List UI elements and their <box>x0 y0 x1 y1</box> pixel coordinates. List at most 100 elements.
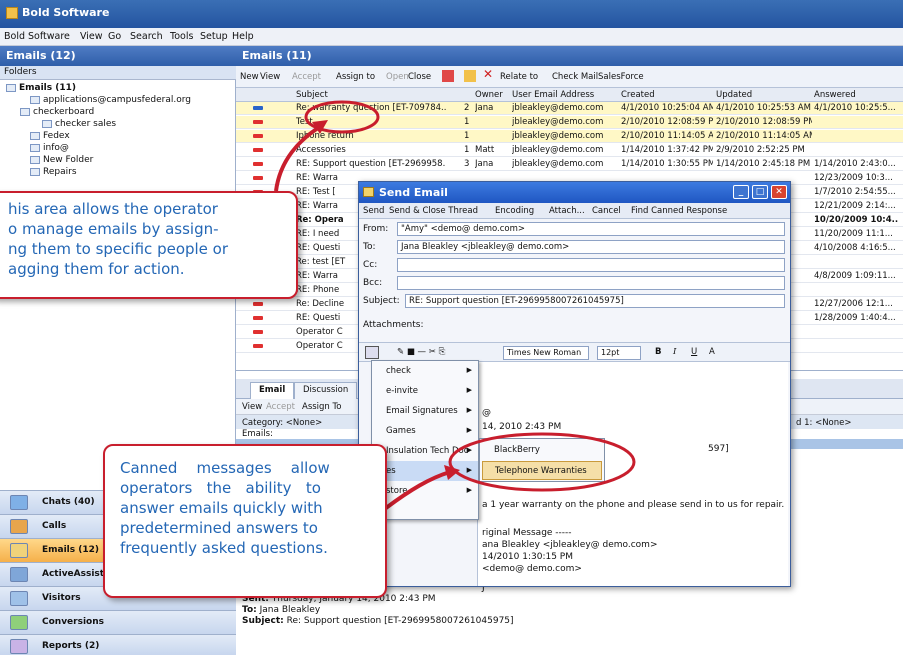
from-field[interactable]: "Amy" <demo@ demo.com> <box>397 222 785 236</box>
table-row[interactable]: Accessories 1 Matt jbleakley@demo.com 1/14/2… <box>236 144 903 157</box>
cell-n: 1 <box>464 145 470 155</box>
priority-arrow-icon <box>253 316 263 320</box>
menu-item-insulation[interactable]: Insulation Tech Doc ▶ <box>372 441 478 461</box>
preview-assign-button[interactable]: Assign To <box>302 402 341 412</box>
close-button[interactable]: Close <box>408 72 431 82</box>
close-icon[interactable]: ✕ <box>771 185 787 199</box>
submenu-telephone-warranties[interactable]: Telephone Warranties <box>482 461 602 480</box>
cc-label: Cc: <box>363 260 378 270</box>
tree-item[interactable]: Repairs <box>30 167 77 177</box>
tree-item[interactable]: checker sales <box>42 119 116 129</box>
cell-created: 1/14/2010 1:30:55 PM <box>621 159 713 169</box>
canned-submenu: BlackBerry Telephone Warranties <box>479 438 605 482</box>
cell-updated: 2/10/2010 12:08:59 PM <box>716 117 812 127</box>
field-1[interactable]: d 1: <None> <box>796 418 852 428</box>
menu-setup[interactable]: Setup <box>200 31 228 42</box>
delete-icon[interactable]: ✕ <box>483 67 493 81</box>
menu-item-email-signatures[interactable]: Email Signatures ▶ <box>372 401 478 421</box>
accept-button[interactable]: Accept <box>292 72 321 82</box>
cell-answered: 4/1/2010 10:25:5... <box>814 103 896 113</box>
col-email[interactable]: User Email Address <box>512 90 594 100</box>
tree-item[interactable]: checkerboard <box>20 107 94 117</box>
cell-updated: 2/9/2010 2:52:25 PM <box>716 145 805 155</box>
nav-conversions[interactable]: Conversions <box>0 610 236 634</box>
tab-email[interactable]: Email <box>250 382 295 399</box>
priority-arrow-icon <box>253 344 263 348</box>
check-mail-button[interactable]: Check Mail <box>552 72 598 82</box>
preview-view-button[interactable]: View <box>242 402 262 412</box>
cell-updated: 1/14/2010 2:45:18 PM <box>716 159 811 169</box>
tab-discussion[interactable]: Discussion <box>294 382 358 399</box>
flag-icon[interactable] <box>442 70 454 82</box>
encoding-button[interactable]: Encoding <box>495 206 534 216</box>
category-field[interactable]: Category: <None> <box>242 418 322 428</box>
salesforce-button[interactable]: SalesForce <box>598 72 644 82</box>
size-select[interactable]: 12pt <box>597 346 641 360</box>
find-canned-response-button[interactable]: Find Canned Response <box>631 206 727 216</box>
canned-response-icon[interactable] <box>365 346 379 359</box>
menu-go[interactable]: Go <box>108 31 121 42</box>
reports-icon <box>10 639 28 654</box>
nav-reports[interactable]: Reports (2) <box>0 634 236 655</box>
cell-created: 2/10/2010 11:14:05 AM <box>621 131 713 141</box>
tree-item[interactable]: Emails (11) <box>6 83 76 93</box>
menu-item-games[interactable]: Games ▶ <box>372 421 478 441</box>
table-row[interactable]: Iphone return 1 jbleakley@demo.com 2/10/201… <box>236 130 903 143</box>
minimize-icon[interactable]: _ <box>733 185 749 199</box>
relate-to-button[interactable]: Relate to <box>500 72 538 82</box>
cc-field[interactable] <box>397 258 785 272</box>
folder-icon <box>6 83 16 92</box>
col-updated[interactable]: Updated <box>716 90 752 100</box>
menu-item-store[interactable]: store ▶ <box>372 481 478 501</box>
maximize-icon[interactable]: □ <box>752 185 768 199</box>
assign-to-button[interactable]: Assign to <box>336 72 375 82</box>
underline-icon[interactable]: U <box>691 347 697 357</box>
bold-icon[interactable]: B <box>655 347 661 357</box>
send-close-button[interactable]: Send & Close Thread <box>389 206 478 216</box>
view-button[interactable]: View <box>260 72 280 82</box>
submenu-blackberry[interactable]: BlackBerry <box>482 441 602 460</box>
menu-tools[interactable]: Tools <box>170 31 193 42</box>
menu-view[interactable]: View <box>80 31 103 42</box>
table-row[interactable]: RE: Support question [ET-2969958... 3 Jana… <box>236 158 903 171</box>
tree-item[interactable]: New Folder <box>30 155 93 165</box>
font-select[interactable]: Times New Roman <box>503 346 589 360</box>
preview-accept-button[interactable]: Accept <box>266 402 295 412</box>
menu-bold-software[interactable]: Bold Software <box>4 31 70 42</box>
table-row[interactable]: Test 1 jbleakley@demo.com 2/10/2010 12:08:5… <box>236 116 903 129</box>
cell-created: 1/14/2010 1:37:42 PM <box>621 145 713 155</box>
envelope-icon <box>363 187 374 197</box>
tree-item[interactable]: info@ <box>30 143 69 153</box>
col-answered[interactable]: Answered <box>814 90 856 100</box>
cancel-button[interactable]: Cancel <box>592 206 621 216</box>
priority-arrow-icon <box>253 134 263 138</box>
menu-help[interactable]: Help <box>232 31 254 42</box>
text-color-icon[interactable]: A <box>709 347 715 357</box>
folder-icon[interactable] <box>464 70 476 82</box>
cell-created: 4/1/2010 10:25:04 AM <box>621 103 713 113</box>
cell-answered: 1/14/2010 2:43:0... <box>814 159 896 169</box>
col-subject[interactable]: Subject <box>296 90 328 100</box>
menu-item-e-invite[interactable]: e-invite ▶ <box>372 381 478 401</box>
attach-button[interactable]: Attach... <box>549 206 585 216</box>
tree-item[interactable]: Fedex <box>30 131 70 141</box>
cell-answered: 10/20/2009 10:4... <box>814 215 899 225</box>
col-owner[interactable]: Owner <box>475 90 503 100</box>
menu-bar: Bold Software View Go Search Tools Setup… <box>0 28 903 46</box>
priority-arrow-icon <box>253 120 263 124</box>
open-button[interactable]: Open <box>386 72 409 82</box>
tree-item[interactable]: applications@campusfederal.org <box>30 95 191 105</box>
menu-item-check[interactable]: check ▶ <box>372 361 478 381</box>
bcc-field[interactable] <box>397 276 785 290</box>
subject-field[interactable]: RE: Support question [ET-296995800726104… <box>405 294 785 308</box>
cell-subject: Iphone return <box>296 131 354 141</box>
menu-search[interactable]: Search <box>130 31 163 42</box>
to-field[interactable]: Jana Bleakley <jbleakley@ demo.com> <box>397 240 785 254</box>
table-row[interactable]: Re: warranty question [ET-709784... 2 Jana… <box>236 102 903 115</box>
col-created[interactable]: Created <box>621 90 655 100</box>
menu-item-phones[interactable]: es ▶ <box>372 461 478 481</box>
mail-folder-icon <box>30 131 40 140</box>
italic-icon[interactable]: I <box>673 347 676 357</box>
new-button[interactable]: New <box>240 72 259 82</box>
send-button[interactable]: Send <box>363 206 384 216</box>
